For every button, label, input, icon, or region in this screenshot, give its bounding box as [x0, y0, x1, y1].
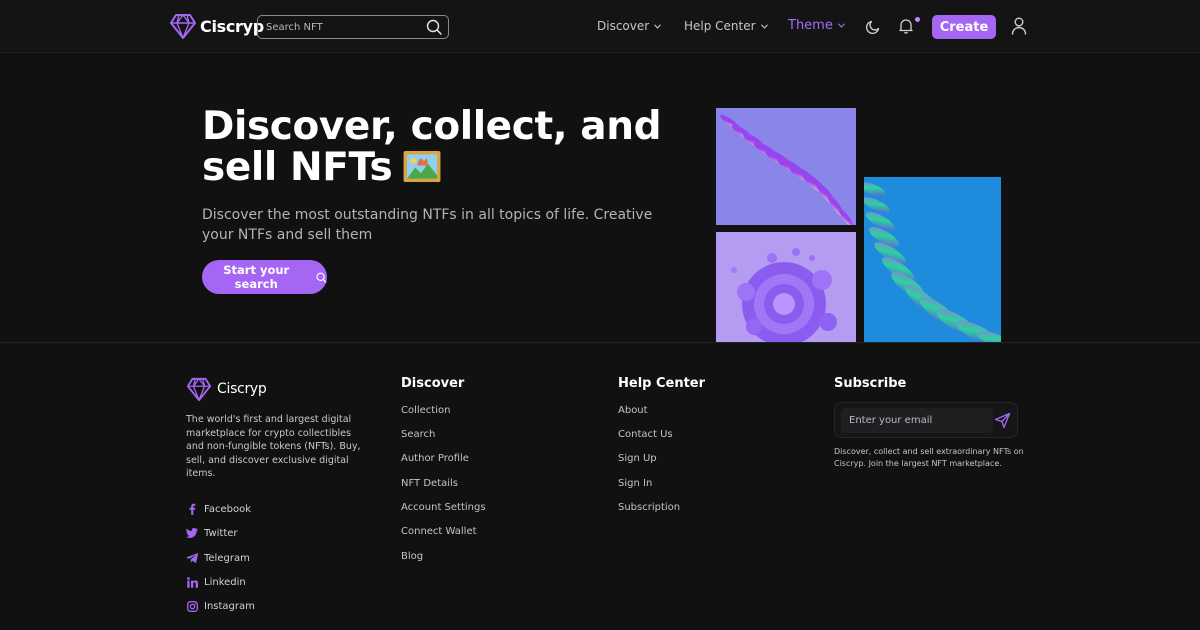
footer-link-sign-up[interactable]: Sign Up — [618, 453, 657, 464]
social-instagram[interactable]: Instagram — [186, 600, 255, 612]
brand-logo[interactable]: Ciscryp — [170, 12, 264, 40]
top-header: Ciscryp Discover Help Center Theme Creat… — [0, 0, 1200, 53]
search-bar — [257, 15, 449, 39]
chevron-down-icon — [760, 23, 768, 29]
linkedin-icon — [186, 576, 198, 588]
nav-help-center-label: Help Center — [684, 19, 756, 33]
nav-theme[interactable]: Theme — [788, 18, 845, 33]
section-divider — [0, 342, 1200, 343]
footer-link-nft-details[interactable]: NFT Details — [401, 478, 458, 489]
chevron-down-icon — [837, 23, 845, 28]
footer-brand-logo[interactable]: Ciscryp — [186, 376, 267, 402]
search-icon[interactable] — [426, 19, 442, 35]
start-search-label: Start your search — [223, 263, 290, 291]
footer-discover-title: Discover — [401, 376, 465, 391]
send-icon[interactable] — [994, 412, 1011, 429]
bell-icon[interactable] — [898, 18, 914, 34]
brand-name: Ciscryp — [200, 16, 264, 36]
social-linkedin[interactable]: Linkedin — [186, 576, 246, 588]
moon-icon[interactable] — [866, 19, 881, 34]
search-icon — [316, 272, 327, 283]
social-instagram-label: Instagram — [204, 600, 255, 612]
facebook-icon — [186, 503, 198, 515]
hero-title-line1: Discover, collect, and — [202, 104, 662, 149]
hero-subtitle: Discover the most outstanding NTFs in al… — [202, 207, 653, 243]
social-twitter[interactable]: Twitter — [186, 527, 238, 539]
nav-help-center[interactable]: Help Center — [684, 19, 768, 33]
footer-subscribe-title: Subscribe — [834, 376, 907, 391]
nft-artwork-ribbon-purple[interactable] — [716, 108, 856, 225]
nav-discover-label: Discover — [597, 19, 650, 33]
social-telegram[interactable]: Telegram — [186, 552, 250, 564]
footer-help-title: Help Center — [618, 376, 706, 391]
nft-artwork-bubbles[interactable] — [716, 232, 856, 342]
hero-title-line2: sell NFTs — [202, 145, 393, 190]
footer-link-connect-wallet[interactable]: Connect Wallet — [401, 526, 477, 537]
framed-picture-icon — [403, 150, 441, 183]
hero-title: Discover, collect, and sell NFTs — [202, 106, 682, 188]
diamond-logo-icon — [186, 377, 212, 402]
start-search-button[interactable]: Start your search — [202, 260, 327, 294]
user-icon[interactable] — [1011, 17, 1027, 35]
social-facebook-label: Facebook — [204, 503, 251, 515]
subscribe-description: Discover, collect and sell extraordinary… — [834, 447, 1024, 468]
social-facebook[interactable]: Facebook — [186, 503, 251, 515]
footer-link-blog[interactable]: Blog — [401, 551, 423, 562]
create-button[interactable]: Create — [932, 15, 996, 39]
notification-dot — [915, 17, 920, 22]
footer-link-sign-in[interactable]: Sign In — [618, 478, 652, 489]
social-linkedin-label: Linkedin — [204, 576, 246, 588]
nav-theme-label: Theme — [788, 18, 833, 33]
nav-discover[interactable]: Discover — [597, 19, 662, 33]
chevron-down-icon — [654, 23, 662, 29]
subscribe-form — [834, 402, 1018, 438]
diamond-logo-icon — [170, 14, 196, 39]
footer-link-search[interactable]: Search — [401, 429, 435, 440]
footer-description: The world's first and largest digital ma… — [186, 414, 361, 479]
nft-artwork-ribbon-blue[interactable] — [864, 177, 1001, 342]
footer-link-account-settings[interactable]: Account Settings — [401, 502, 486, 513]
twitter-icon — [186, 527, 198, 539]
instagram-icon — [186, 600, 198, 612]
footer-brand-name: Ciscryp — [217, 381, 267, 397]
telegram-icon — [186, 552, 198, 564]
email-field[interactable] — [841, 408, 993, 433]
footer-link-about[interactable]: About — [618, 405, 648, 416]
footer-link-subscription[interactable]: Subscription — [618, 502, 680, 513]
footer-link-contact-us[interactable]: Contact Us — [618, 429, 673, 440]
social-twitter-label: Twitter — [204, 527, 238, 539]
search-input[interactable] — [258, 16, 423, 38]
footer-link-author-profile[interactable]: Author Profile — [401, 453, 469, 464]
social-telegram-label: Telegram — [204, 552, 250, 564]
footer-link-collection[interactable]: Collection — [401, 405, 450, 416]
